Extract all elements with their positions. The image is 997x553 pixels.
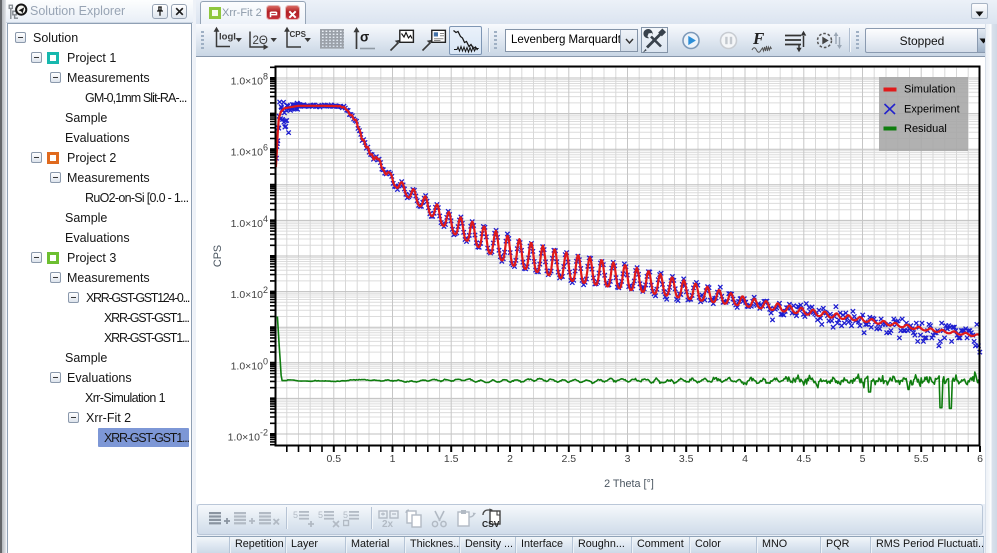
- svg-text:Residual: Residual: [904, 123, 947, 135]
- svg-text:4: 4: [742, 453, 748, 465]
- svg-text:1.5: 1.5: [444, 453, 459, 465]
- svg-text:5: 5: [293, 510, 298, 520]
- svg-text:Simulation: Simulation: [904, 84, 955, 96]
- svg-text:CSV: CSV: [482, 519, 500, 529]
- svg-text:6: 6: [977, 453, 983, 465]
- svg-text:5: 5: [860, 453, 866, 465]
- svg-text:2: 2: [507, 453, 513, 465]
- svg-text:2.5: 2.5: [561, 453, 576, 465]
- svg-text:5: 5: [318, 510, 323, 520]
- svg-text:3.5: 3.5: [679, 453, 694, 465]
- svg-text:1: 1: [390, 453, 396, 465]
- svg-text:3: 3: [625, 453, 631, 465]
- svg-text:2x: 2x: [382, 519, 394, 529]
- svg-text:CPS: CPS: [212, 245, 224, 267]
- svg-text:0.5: 0.5: [326, 453, 341, 465]
- svg-text:4.5: 4.5: [796, 453, 811, 465]
- svg-text:2 Theta [°]: 2 Theta [°]: [604, 478, 654, 490]
- svg-text:Experiment: Experiment: [904, 104, 960, 116]
- svg-text:5.5: 5.5: [914, 453, 929, 465]
- svg-text:5: 5: [343, 510, 348, 520]
